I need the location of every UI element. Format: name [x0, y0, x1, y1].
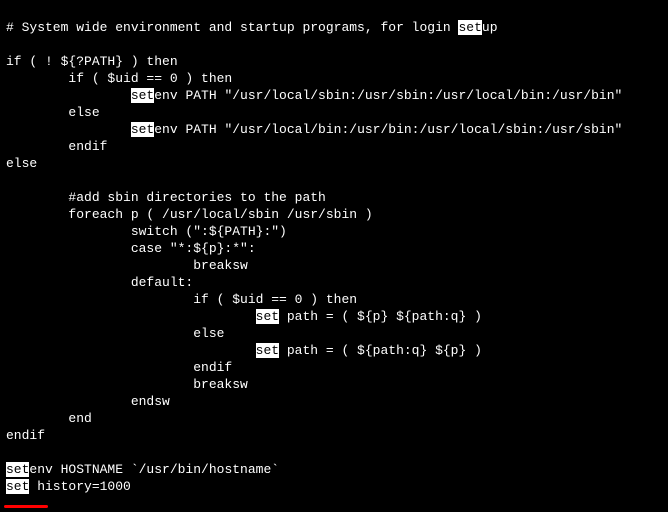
code-line: switch (":${PATH}:")	[6, 224, 287, 239]
search-match: set	[6, 479, 29, 494]
search-match: set	[256, 309, 279, 324]
code-line: else	[6, 105, 100, 120]
code-line: endif	[6, 428, 45, 443]
code-line: if ( $uid == 0 ) then	[6, 71, 232, 86]
code-line: case "*:${p}:*":	[6, 241, 256, 256]
code-line	[6, 88, 131, 103]
code-line: default:	[6, 275, 193, 290]
code-line: foreach p ( /usr/local/sbin /usr/sbin )	[6, 207, 373, 222]
code-line: path = ( ${p} ${path:q} )	[279, 309, 482, 324]
code-line: else	[6, 326, 224, 341]
search-match: set	[458, 20, 481, 35]
code-line: env PATH "/usr/local/sbin:/usr/sbin:/usr…	[154, 88, 622, 103]
code-line: history=1000	[29, 479, 130, 494]
code-line: env HOSTNAME `/usr/bin/hostname`	[29, 462, 279, 477]
code-line: path = ( ${path:q} ${p} )	[279, 343, 482, 358]
code-line: breaksw	[6, 377, 248, 392]
code-line: up	[482, 20, 498, 35]
code-line: endif	[6, 360, 232, 375]
search-match: set	[131, 88, 154, 103]
code-line: if ( ! ${?PATH} ) then	[6, 54, 178, 69]
code-line: endsw	[6, 394, 170, 409]
code-line: #add sbin directories to the path	[6, 190, 326, 205]
code-line: end	[6, 411, 92, 426]
code-line: if ( $uid == 0 ) then	[6, 292, 357, 307]
code-line: breaksw	[6, 258, 248, 273]
code-line: # System wide environment and startup pr…	[6, 20, 458, 35]
code-line	[6, 343, 256, 358]
code-line: env PATH "/usr/local/bin:/usr/bin:/usr/l…	[154, 122, 622, 137]
code-line	[6, 309, 256, 324]
code-line	[6, 122, 131, 137]
search-match: set	[6, 462, 29, 477]
search-match: set	[256, 343, 279, 358]
code-line: endif	[6, 139, 107, 154]
search-match: set	[131, 122, 154, 137]
annotation-underline	[4, 505, 48, 508]
code-line: else	[6, 156, 37, 171]
terminal-view[interactable]: # System wide environment and startup pr…	[0, 0, 668, 512]
